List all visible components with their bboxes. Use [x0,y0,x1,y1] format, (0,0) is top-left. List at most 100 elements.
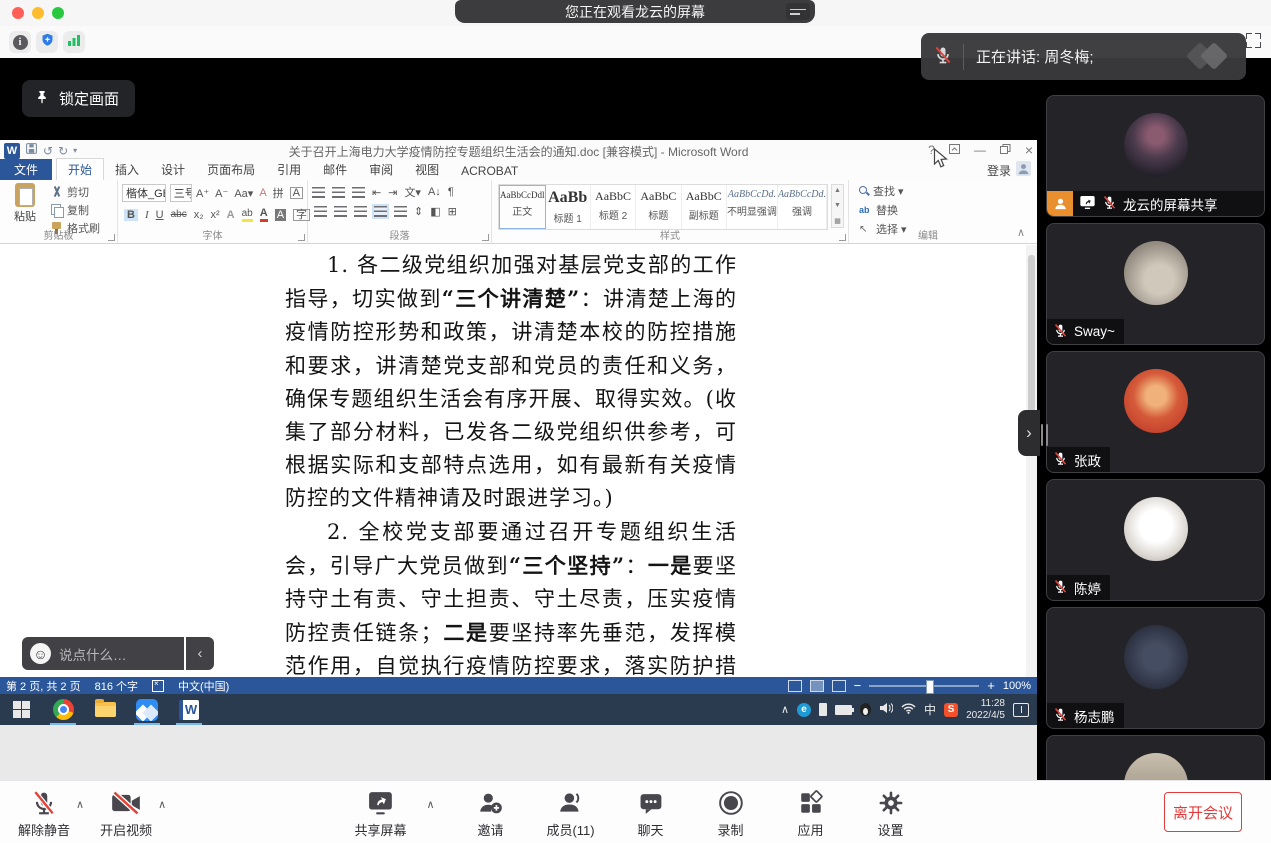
subscript-icon[interactable]: x₂ [194,209,204,221]
chat-button[interactable]: 聊天 [625,788,677,839]
start-button[interactable] [0,694,42,725]
word-tab-文件[interactable]: 文件 [0,159,52,180]
style-副标题[interactable]: AaBbC副标题 [682,185,727,229]
share-screen-button[interactable]: 共享屏幕 [354,788,406,839]
numbering-icon[interactable] [332,187,345,198]
font-size-combobox[interactable]: 三号▾ [170,184,192,202]
word-tab-插入[interactable]: 插入 [104,159,150,180]
print-layout-icon[interactable] [810,680,824,692]
minimize-window-button[interactable] [32,7,44,19]
members-button[interactable]: 成员(11) [545,788,597,839]
zoom-level[interactable]: 100% [1003,680,1031,692]
word-tab-邮件[interactable]: 邮件 [312,159,358,180]
close-window-button[interactable] [12,7,24,19]
sort-icon[interactable]: A↓ [428,186,441,198]
ime-indicator[interactable]: 中 [924,701,936,718]
chat-input[interactable]: ☺ 说点什么… [22,637,184,670]
align-right-icon[interactable] [354,206,367,217]
record-button[interactable]: 录制 [705,788,757,839]
cut-button[interactable]: 剪切 [50,184,100,200]
dec-indent-icon[interactable]: ⇤ [372,186,381,199]
participant-tile-陈婷[interactable]: 陈婷 [1046,479,1265,601]
bullets-icon[interactable] [312,187,325,198]
lock-view-button[interactable]: 锁定画面 [22,80,135,117]
inc-indent-icon[interactable]: ⇥ [388,186,397,199]
apps-button[interactable]: 应用 [785,788,837,839]
word-tab-开始[interactable]: 开始 [56,158,104,180]
paragraph-dialog-launcher-icon[interactable] [482,234,489,241]
zoom-in-icon[interactable]: + [987,678,995,693]
find-button[interactable]: 查找 ▾ [859,183,907,199]
zoom-slider-thumb[interactable] [926,680,934,694]
align-left-icon[interactable] [314,206,327,217]
phonetic-guide-icon[interactable]: 拼 [273,185,284,201]
style-标题 2[interactable]: AaBbC标题 2 [591,185,636,229]
unmute-button[interactable]: 解除静音 [18,788,70,839]
char-border-icon[interactable]: A [290,187,303,199]
security-button[interactable] [36,31,58,53]
styles-dialog-launcher-icon[interactable] [839,234,846,241]
word-document-area[interactable]: 1. 各二级党组织加强对基层党支部的工作指导，切实做到“三个讲清楚”：讲清楚上海… [0,245,1037,677]
participant-tile-杨志鹏[interactable]: 杨志鹏 [1046,607,1265,729]
align-center-icon[interactable] [334,206,347,217]
zoom-window-button[interactable] [52,7,64,19]
zoom-slider[interactable] [869,685,979,687]
ribbon-options-icon[interactable] [949,143,960,157]
proofing-status-icon[interactable] [152,680,164,692]
shrink-font-icon[interactable]: A⁻ [215,187,228,200]
network-quality-button[interactable] [63,31,85,53]
borders-icon[interactable]: ⊞ [448,205,457,218]
web-layout-icon[interactable] [832,680,846,692]
text-effects-icon[interactable]: A [227,209,235,221]
word-signin[interactable]: 登录 [987,161,1031,179]
style-标题 1[interactable]: AaBb标题 1 [546,185,591,229]
para-marks-icon[interactable]: ¶ [448,186,454,198]
chat-collapse-button[interactable]: ‹ [186,637,214,670]
clear-format-icon[interactable]: A [259,187,266,199]
font-name-combobox[interactable]: 楷体_GB2312▾ [122,184,166,202]
participant-tile-Sway~[interactable]: Sway~ [1046,223,1265,345]
start-video-button[interactable]: 开启视频 [100,788,152,839]
document-scrollbar[interactable] [1026,245,1037,677]
fullscreen-toggle-icon[interactable] [1246,33,1261,48]
word-tab-引用[interactable]: 引用 [266,159,312,180]
word-tab-设计[interactable]: 设计 [150,159,196,180]
read-mode-icon[interactable] [788,680,802,692]
superscript-icon[interactable]: x² [210,209,219,221]
replace-button[interactable]: ab替换 [859,202,907,218]
copy-button[interactable]: 复制 [50,202,100,218]
start-video-options-chevron-icon[interactable]: ∧ [158,798,166,811]
unmute-options-chevron-icon[interactable]: ∧ [76,798,84,811]
asian-layout-icon[interactable]: 文▾ [404,184,421,200]
paste-button[interactable]: 粘贴 [6,183,44,224]
word-tab-视图[interactable]: 视图 [404,159,450,180]
font-dialog-launcher-icon[interactable] [298,234,305,241]
invite-button[interactable]: 邀请 [465,788,517,839]
highlight-icon[interactable]: ab [242,208,253,222]
distribute-icon[interactable] [394,206,407,217]
wifi-icon[interactable] [901,701,916,719]
tray-e-icon[interactable]: e [797,703,811,717]
grow-font-icon[interactable]: A⁺ [196,187,209,200]
change-case-icon[interactable]: Aa▾ [234,187,253,200]
taskbar-clock[interactable]: 11:28 2022/4/5 [966,698,1005,722]
zoom-out-icon[interactable]: − [854,678,862,693]
taskbar-explorer-button[interactable] [84,694,126,725]
word-count[interactable]: 816 个字 [95,678,138,694]
restore-icon[interactable] [1000,143,1011,157]
leave-meeting-button[interactable]: 离开会议 [1164,792,1242,832]
close-icon[interactable]: × [1025,142,1033,158]
meeting-info-button[interactable]: i [9,31,31,53]
taskbar-word-button[interactable]: W [168,694,210,725]
underline-icon[interactable]: U [156,209,164,221]
penguin-app-icon[interactable] [860,703,871,716]
taskbar-meeting-button[interactable] [126,694,168,725]
sogou-icon[interactable]: S [944,703,958,717]
italic-icon[interactable]: I [145,209,149,221]
action-center-icon[interactable] [1013,703,1029,717]
word-tab-ACROBAT[interactable]: ACROBAT [450,162,529,180]
char-shading-icon[interactable]: A [275,209,286,221]
settings-button[interactable]: 设置 [865,788,917,839]
sidebar-resize-grip[interactable] [1041,424,1048,446]
strikethrough-icon[interactable]: abc [171,209,187,220]
